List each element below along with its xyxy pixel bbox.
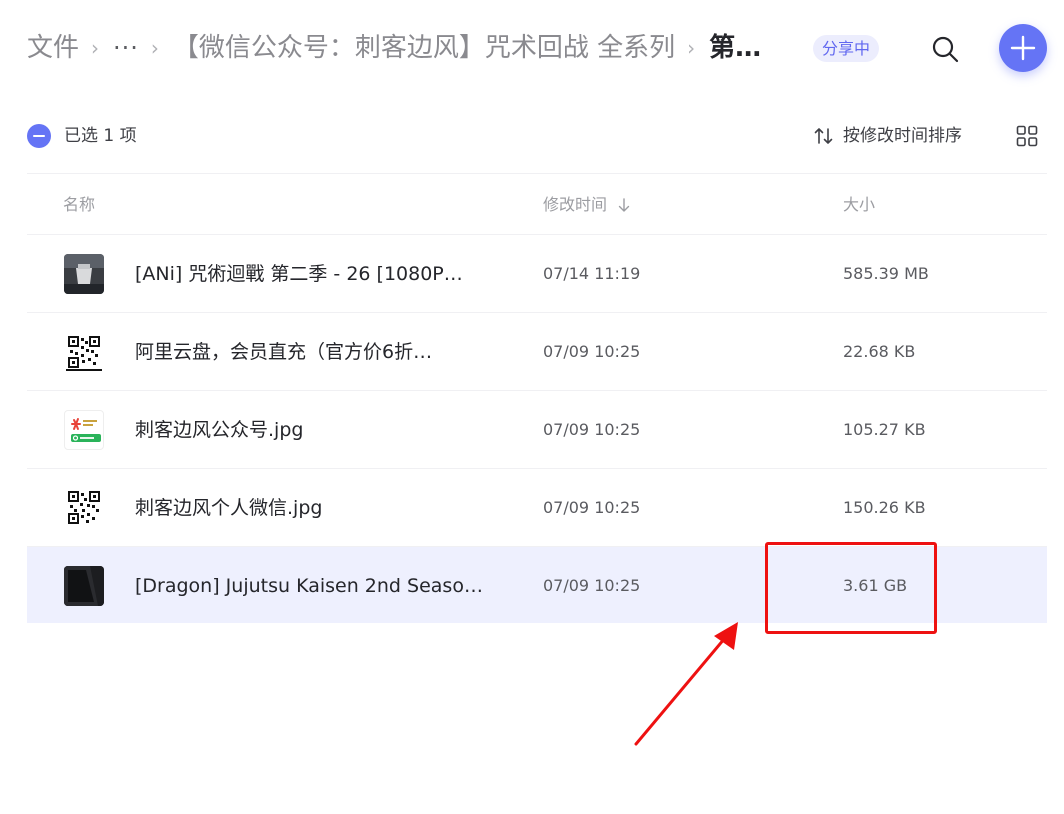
file-size: 3.61 GB — [843, 576, 908, 595]
table-row[interactable]: 刺客边风公众号.jpg 07/09 10:25 105.27 KB — [27, 391, 1047, 469]
file-size: 105.27 KB — [843, 420, 926, 439]
file-table: 名称 修改时间 大小 [ANi] 咒術迴戰 第二季 - 26 [1080P… 0… — [27, 173, 1047, 623]
column-header-time[interactable]: 修改时间 — [543, 194, 631, 216]
chevron-right-icon: › — [687, 36, 696, 60]
top-bar: 文件 › ··· › 【微信公众号：刺客边风】咒术回战 全系列 › 第… 分享中 — [27, 22, 1057, 76]
breadcrumb-parent[interactable]: 【微信公众号：刺客边风】咒术回战 全系列 — [173, 28, 675, 68]
chevron-right-icon: › — [91, 36, 100, 60]
file-modified-time: 07/09 10:25 — [543, 420, 641, 439]
grid-view-icon — [1016, 125, 1038, 147]
sort-label: 按修改时间排序 — [843, 126, 962, 146]
breadcrumb-root[interactable]: 文件 — [27, 28, 79, 68]
file-modified-time: 07/09 10:25 — [543, 498, 641, 517]
table-header: 名称 修改时间 大小 — [27, 173, 1047, 235]
grid-view-button[interactable] — [1016, 125, 1038, 147]
file-size: 22.68 KB — [843, 342, 916, 361]
file-name[interactable]: 刺客边风个人微信.jpg — [135, 494, 322, 522]
video-thumbnail — [64, 254, 104, 294]
selected-count: 已选 1 项 — [64, 126, 137, 146]
breadcrumb-ellipsis[interactable]: ··· — [113, 28, 139, 68]
chevron-right-icon: › — [150, 36, 159, 60]
table-row[interactable]: 阿里云盘，会员直充（官方价6折… 07/09 10:25 22.68 KB — [27, 313, 1047, 391]
column-header-size[interactable]: 大小 — [843, 194, 875, 216]
file-name[interactable]: 阿里云盘，会员直充（官方价6折… — [135, 338, 432, 366]
file-name[interactable]: 刺客边风公众号.jpg — [135, 416, 303, 444]
file-modified-time: 07/14 11:19 — [543, 264, 641, 283]
file-modified-time: 07/09 10:25 — [543, 342, 641, 361]
column-header-name[interactable]: 名称 — [63, 194, 95, 216]
plus-icon — [1010, 35, 1036, 61]
breadcrumb-current: 第… — [709, 33, 762, 63]
qr-code-thumbnail — [64, 488, 104, 528]
column-header-time-label: 修改时间 — [543, 195, 608, 214]
file-modified-time: 07/09 10:25 — [543, 576, 641, 595]
search-button[interactable] — [930, 34, 962, 66]
selection-toolbar: 已选 1 项 按修改时间排序 — [27, 115, 1047, 157]
dark-video-thumbnail — [64, 566, 104, 606]
table-row-selected[interactable]: [Dragon] Jujutsu Kaisen 2nd Seaso… 07/09… — [27, 547, 1047, 623]
share-status-badge[interactable]: 分享中 — [813, 35, 880, 62]
wechat-card-thumbnail — [64, 410, 104, 450]
add-button[interactable] — [999, 24, 1047, 72]
file-name[interactable]: [ANi] 咒術迴戰 第二季 - 26 [1080P… — [135, 260, 463, 288]
file-size: 150.26 KB — [843, 498, 926, 517]
search-icon — [932, 36, 959, 63]
sort-button[interactable]: 按修改时间排序 — [813, 123, 962, 149]
annotation-arrow-icon — [634, 622, 738, 746]
deselect-all-checkbox[interactable] — [27, 124, 51, 148]
qr-code-thumbnail — [64, 332, 104, 372]
breadcrumb: 文件 › ··· › 【微信公众号：刺客边风】咒术回战 全系列 › 第… — [27, 28, 761, 68]
file-size: 585.39 MB — [843, 264, 929, 283]
table-row[interactable]: [ANi] 咒術迴戰 第二季 - 26 [1080P… 07/14 11:19 … — [27, 235, 1047, 313]
file-name[interactable]: [Dragon] Jujutsu Kaisen 2nd Seaso… — [135, 572, 483, 600]
table-row[interactable]: 刺客边风个人微信.jpg 07/09 10:25 150.26 KB — [27, 469, 1047, 547]
sort-arrows-icon — [814, 128, 833, 144]
arrow-down-icon — [618, 198, 630, 212]
